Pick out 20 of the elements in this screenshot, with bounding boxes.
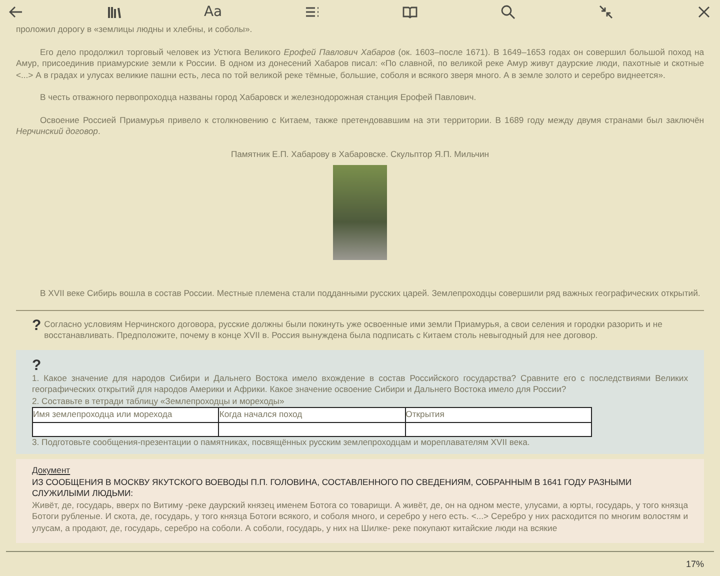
question-mark: ? — [32, 318, 42, 332]
table-header-cell: Когда начался поход — [218, 408, 406, 422]
question-text: Согласно условиям Нерчинского договора, русские должны были покинуть уже освоенные ими земли Приамурья, а свои селения и городки разорить и не восстанавливать. Предположите, почему в конце XVII в. Россия вынуждена была подписать с Китаем столь невыгодный для нее договор. — [44, 318, 664, 342]
photo-caption: Памятник Е.П. Хабарову в Хабаровске. Скульптор Я.П. Мильчин — [230, 148, 490, 160]
paragraph: В XVII веке Сибирь вошла в состав России. Местные племена стали подданными русских царей. Землепроходцы совершили ряд важных географических открытий. — [39, 288, 702, 300]
table-header-cell: Открытия — [405, 408, 592, 422]
paragraph: Его дело продолжил торговый человек из Устюга Великого Ерофей Павлович Хабаров (ок. 1603–после 1671). В 1649–1653 годах он совершил большой поход на Амур, присоединив приамурские земли к России. В одном из донесений Хабаров писал: «По славной, по великой реке Амур живут даурские люди, пахотные и скотные <...> А в градах и улусах великие пашни есть, леса по той великой реке тёмные, большие, соболя и всякого зверя много. А в земле золото и серебро виднеется». — [16, 46, 704, 81]
document-heading: ИЗ СООБЩЕНИЯ В МОСКВУ ЯКУТСКОГО ВОЕВОДЫ П.П. ГОЛОВИНА, СОСТАВЛЕННОГО ПО СВЕДЕНИЯМ, СОБРАННЫМ В 1641 ГОДУ РАЗНЫМИ СЛУЖИЛЫМИ ЛЮДЬМИ: — [32, 476, 633, 500]
paragraph: Освоение Россией Приамурья привело к столкновению с Китаем, также претендовавшим на эти территории. В 1689 году между двумя странами был заключён Нерчинский договор. — [16, 114, 704, 138]
task-text: 2. Составьте в тетради таблицу «Землепроходцы и мореходы» — [32, 396, 286, 407]
font-settings-button[interactable]: Aa — [200, 2, 226, 22]
paragraph: В честь отважного первопроходца названы город Хабаровск и железнодорожная станция Ерофей Павлович. — [39, 92, 478, 104]
document-label: Документ — [32, 465, 72, 476]
task-text: 3. Подготовьте сообщения-презентации о памятниках, посвящённых русским землепроходцам и мореплавателям XVII века. — [32, 436, 531, 448]
document-text: Живёт, де, государь, вверх по Витиму -реке даурский князец именем Ботога со товарищи. А живёт, де, он на одном месте, улусами, а юрты, государь, у того князца Ботоги рубленые. И скота, де, государь, у того князца Ботоги всякого, и соболя много, и серебро у него есть. <...> Серебро у них расходится по многим волостям и улусам, а продают, де, государь, серебро на соболи. А соболи, государь, у них на Шилке- реке покупают китайские люди на всякие — [32, 500, 688, 534]
table-header-cell: Имя землепроходца или морехода — [32, 408, 219, 422]
question-mark: ? — [32, 358, 42, 372]
percent-text: 17% — [686, 559, 704, 569]
task-text: 1. Какое значение для народов Сибири и Дальнего Востока имело вхождение в состав Российского государства? Сравните его с последствиями Великих географических открытий для народов Америки и Африки. Какое значение освоение Сибири и Дальнего Востока имело для России? — [32, 372, 688, 396]
paragraph: проложил дорогу в «землицы людны и хлебны, и соболы». — [16, 24, 254, 36]
